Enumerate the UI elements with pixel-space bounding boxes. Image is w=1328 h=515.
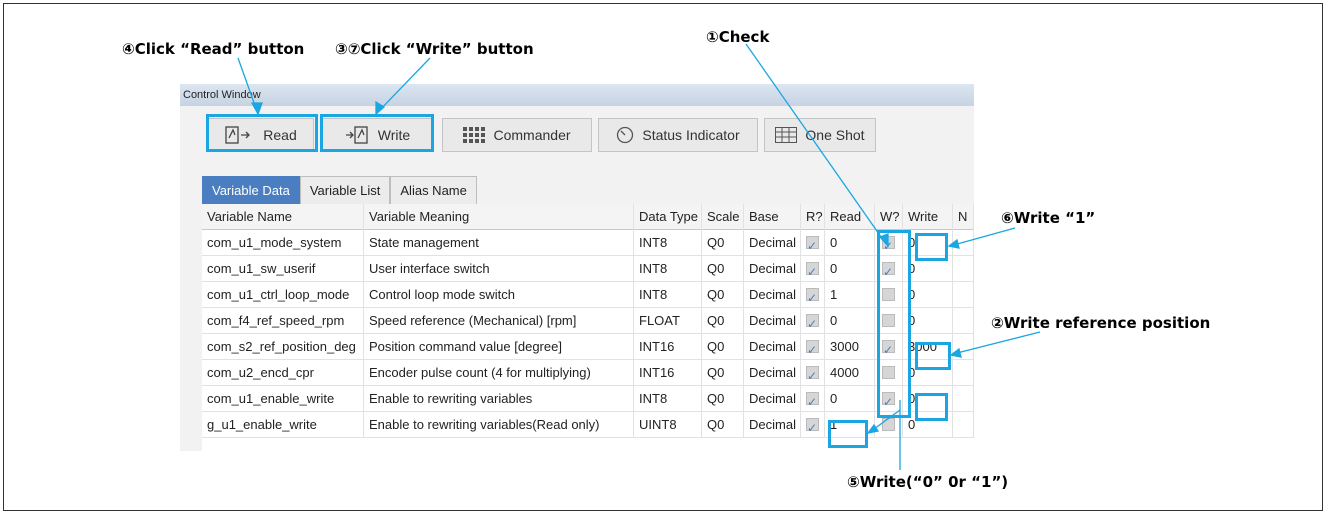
write-pointer-line — [375, 57, 431, 115]
read-pointer-arrow — [250, 102, 263, 116]
write-ref-pointer-arrow — [949, 347, 962, 358]
write-one-pointer-line — [949, 227, 1016, 247]
write-one-pointer-arrow — [947, 238, 960, 249]
annotation-lines — [237, 43, 1041, 470]
check-pointer-arrow — [878, 233, 889, 248]
check-pointer-line — [745, 43, 887, 245]
write-pointer-arrow — [375, 100, 386, 116]
write-ref-pointer-line — [952, 331, 1041, 355]
write-zero-pointer-arrow — [866, 423, 880, 434]
